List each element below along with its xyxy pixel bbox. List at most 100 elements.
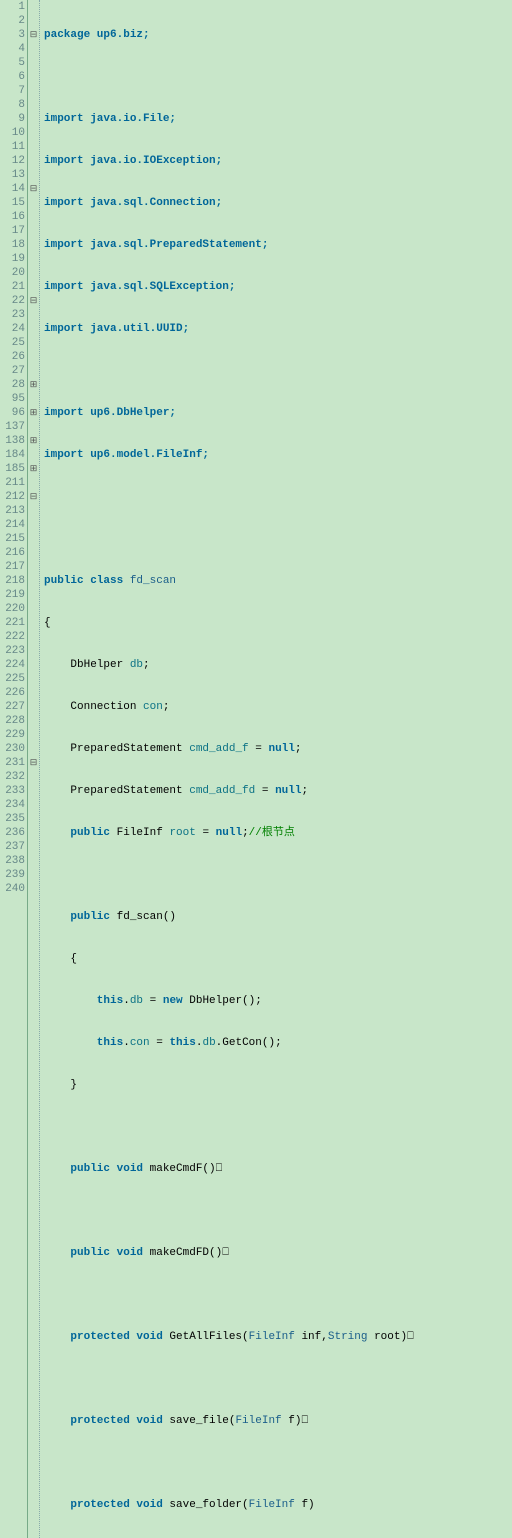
fold-toggle-icon (28, 126, 39, 140)
fold-toggle-icon (28, 784, 39, 798)
fold-toggle-icon (28, 854, 39, 868)
line-number: 3 (0, 28, 25, 42)
line-number: 222 (0, 630, 25, 644)
fold-toggle-icon (28, 98, 39, 112)
line-number: 15 (0, 196, 25, 210)
line-number: 13 (0, 168, 25, 182)
line-number: 95 (0, 392, 25, 406)
fold-toggle-icon (28, 728, 39, 742)
line-number: 19 (0, 252, 25, 266)
line-number: 137 (0, 420, 25, 434)
folded-block-icon[interactable]: ⎕ (216, 1163, 223, 1175)
line-number: 230 (0, 742, 25, 756)
line-number: 185 (0, 462, 25, 476)
fold-toggle-icon (28, 448, 39, 462)
import: import java.sql.Connection; (44, 197, 222, 209)
line-number: 24 (0, 322, 25, 336)
line-number: 214 (0, 518, 25, 532)
line-number-gutter: 1234567891011121314151617181920212223242… (0, 0, 28, 1538)
fold-toggle-icon (28, 266, 39, 280)
line-number: 213 (0, 504, 25, 518)
line-number: 229 (0, 728, 25, 742)
fold-toggle-icon[interactable]: ⊟ (28, 294, 39, 308)
keyword: package up6.biz; (44, 29, 150, 41)
fold-toggle-icon[interactable]: ⊞ (28, 434, 39, 448)
line-number: 14 (0, 182, 25, 196)
field: cmd_add_f (189, 743, 248, 755)
fold-toggle-icon (28, 392, 39, 406)
fold-toggle-icon (28, 140, 39, 154)
line-number: 26 (0, 350, 25, 364)
fold-toggle-icon (28, 644, 39, 658)
line-number: 8 (0, 98, 25, 112)
fold-toggle-icon[interactable]: ⊟ (28, 490, 39, 504)
fold-toggle-icon[interactable]: ⊟ (28, 28, 39, 42)
line-number: 240 (0, 882, 25, 896)
line-number: 219 (0, 588, 25, 602)
import: import up6.DbHelper; (44, 407, 176, 419)
line-number: 1 (0, 0, 25, 14)
line-number: 215 (0, 532, 25, 546)
fold-toggle-icon (28, 602, 39, 616)
fold-toggle-icon (28, 14, 39, 28)
fold-toggle-icon (28, 70, 39, 84)
fold-toggle-icon (28, 504, 39, 518)
fold-toggle-icon (28, 196, 39, 210)
code-area[interactable]: package up6.biz; import java.io.File; im… (40, 0, 512, 1538)
fold-toggle-icon (28, 616, 39, 630)
line-number: 6 (0, 70, 25, 84)
fold-toggle-icon[interactable]: ⊞ (28, 462, 39, 476)
field: db (130, 659, 143, 671)
line-number: 212 (0, 490, 25, 504)
line-number: 20 (0, 266, 25, 280)
line-number: 11 (0, 140, 25, 154)
line-number: 223 (0, 644, 25, 658)
fold-toggle-icon (28, 154, 39, 168)
fold-toggle-icon[interactable]: ⊞ (28, 378, 39, 392)
line-number: 22 (0, 294, 25, 308)
line-number: 218 (0, 574, 25, 588)
fold-toggle-icon (28, 322, 39, 336)
fold-toggle-icon (28, 56, 39, 70)
line-number: 236 (0, 826, 25, 840)
line-number: 25 (0, 336, 25, 350)
folded-block-icon[interactable]: ⎕ (407, 1331, 414, 1343)
line-number: 220 (0, 602, 25, 616)
fold-toggle-icon[interactable]: ⊟ (28, 756, 39, 770)
line-number: 217 (0, 560, 25, 574)
fold-toggle-icon[interactable]: ⊞ (28, 406, 39, 420)
fold-toggle-icon (28, 168, 39, 182)
line-number: 9 (0, 112, 25, 126)
fold-toggle-icon (28, 812, 39, 826)
fold-toggle-icon (28, 672, 39, 686)
line-number: 239 (0, 868, 25, 882)
fold-toggle-icon (28, 224, 39, 238)
fold-toggle-icon (28, 280, 39, 294)
fold-toggle-icon (28, 210, 39, 224)
line-number: 238 (0, 854, 25, 868)
line-number: 96 (0, 406, 25, 420)
fold-toggle-icon (28, 84, 39, 98)
fold-gutter[interactable]: ⊟ ⊟ ⊟ ⊞ ⊞ ⊞ ⊞ ⊟ ⊟ (28, 0, 40, 1538)
line-number: 211 (0, 476, 25, 490)
fold-toggle-icon (28, 588, 39, 602)
class-name: fd_scan (130, 575, 176, 587)
import: import java.util.UUID; (44, 323, 189, 335)
folded-block-icon[interactable]: ⎕ (301, 1415, 308, 1427)
line-number: 216 (0, 546, 25, 560)
fold-toggle-icon (28, 546, 39, 560)
line-number: 231 (0, 756, 25, 770)
fold-toggle-icon (28, 714, 39, 728)
line-number: 138 (0, 434, 25, 448)
fold-toggle-icon (28, 840, 39, 854)
fold-toggle-icon (28, 686, 39, 700)
line-number: 226 (0, 686, 25, 700)
fold-toggle-icon (28, 112, 39, 126)
folded-block-icon[interactable]: ⎕ (222, 1247, 229, 1259)
fold-toggle-icon (28, 770, 39, 784)
fold-toggle-icon (28, 826, 39, 840)
fold-toggle-icon[interactable]: ⊟ (28, 182, 39, 196)
line-number: 17 (0, 224, 25, 238)
line-number: 233 (0, 784, 25, 798)
fold-toggle-icon (28, 476, 39, 490)
